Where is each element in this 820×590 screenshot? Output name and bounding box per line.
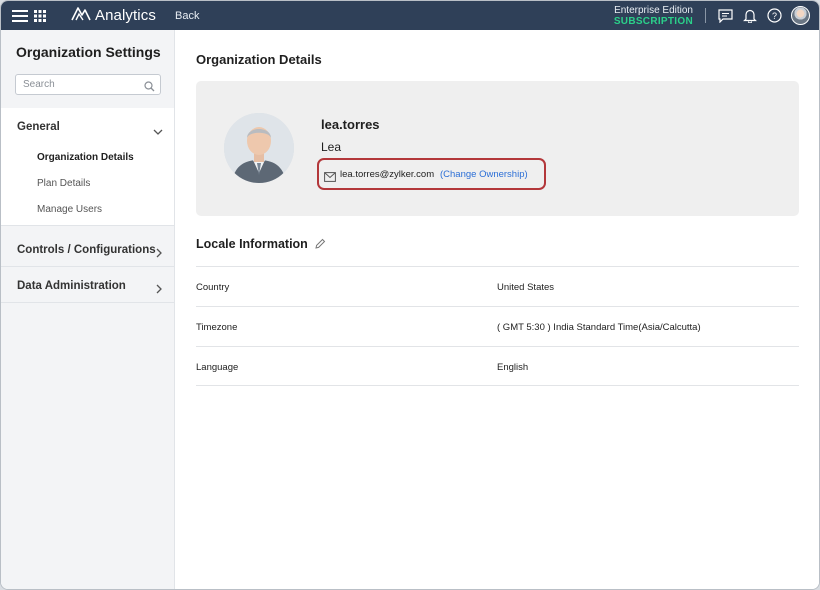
locale-key-timezone: Timezone (196, 322, 238, 333)
locale-value-language: English (497, 362, 529, 373)
sidebar-divider (1, 266, 174, 267)
table-row: Language English (196, 346, 799, 386)
table-row: Country United States (196, 266, 799, 306)
profile-email: lea.torres@zylker.com (340, 169, 435, 180)
edition-name: Enterprise Edition (614, 4, 693, 16)
app-window: Analytics Back Enterprise Edition SUBSCR… (0, 0, 820, 590)
analytics-logo-icon (71, 5, 91, 26)
top-bar: Analytics Back Enterprise Edition SUBSCR… (1, 1, 819, 30)
locale-table: Country United States Timezone ( GMT 5:3… (196, 266, 799, 386)
locale-key-country: Country (196, 282, 230, 293)
sidebar-divider (1, 225, 174, 226)
sidebar-group-general: General Organization Details Plan Detail… (1, 108, 174, 225)
page-title: Organization Details (196, 52, 322, 67)
chevron-down-icon[interactable] (153, 123, 163, 141)
locale-value-country: United States (497, 282, 555, 293)
svg-text:?: ? (772, 11, 777, 21)
main-content: Organization Details lea.torres Lea lea.… (175, 30, 819, 589)
search-input[interactable] (15, 74, 161, 95)
app-name: Analytics (95, 7, 156, 24)
subscription-link[interactable]: SUBSCRIPTION (614, 16, 693, 27)
sidebar-group-general-header[interactable]: General (17, 121, 60, 133)
sidebar: Organization Settings General Organizati… (1, 30, 175, 589)
chevron-right-icon[interactable] (156, 245, 163, 263)
back-link[interactable]: Back (175, 1, 199, 30)
sidebar-group-controls[interactable]: Controls / Configurations (17, 244, 156, 256)
user-avatar-image (791, 6, 810, 25)
sidebar-divider (1, 302, 174, 303)
search-icon[interactable] (144, 79, 155, 97)
mail-icon (324, 169, 336, 187)
profile-avatar (224, 113, 294, 183)
email-ownership-highlight: lea.torres@zylker.com (Change Ownership) (317, 158, 546, 190)
chevron-right-icon[interactable] (156, 281, 163, 299)
table-row: Timezone ( GMT 5:30 ) India Standard Tim… (196, 306, 799, 346)
locale-key-language: Language (196, 362, 239, 373)
bell-icon[interactable] (743, 1, 757, 30)
chat-icon[interactable] (718, 1, 733, 30)
profile-display-name: Lea (321, 140, 342, 154)
profile-username: lea.torres (321, 117, 380, 132)
menu-icon[interactable] (12, 1, 28, 30)
help-icon[interactable]: ? (767, 1, 782, 30)
edition-info[interactable]: Enterprise Edition SUBSCRIPTION (614, 1, 693, 30)
sidebar-group-data-administration[interactable]: Data Administration (17, 280, 126, 292)
locale-value-timezone: ( GMT 5:30 ) India Standard Time(Asia/Ca… (497, 322, 701, 333)
sidebar-item-plan-details[interactable]: Plan Details (37, 178, 90, 189)
pencil-icon[interactable] (314, 237, 326, 255)
profile-card: lea.torres Lea lea.torres@zylker.com (Ch… (196, 81, 799, 216)
change-ownership-link[interactable]: (Change Ownership) (440, 169, 528, 180)
sidebar-item-manage-users[interactable]: Manage Users (37, 204, 102, 215)
app-logo[interactable]: Analytics (71, 1, 156, 30)
sidebar-item-organization-details[interactable]: Organization Details (37, 152, 134, 163)
topbar-divider (705, 8, 706, 23)
sidebar-title: Organization Settings (16, 44, 161, 60)
locale-section-title: Locale Information (196, 237, 308, 251)
user-avatar[interactable] (791, 1, 810, 30)
apps-grid-icon[interactable] (34, 1, 48, 30)
